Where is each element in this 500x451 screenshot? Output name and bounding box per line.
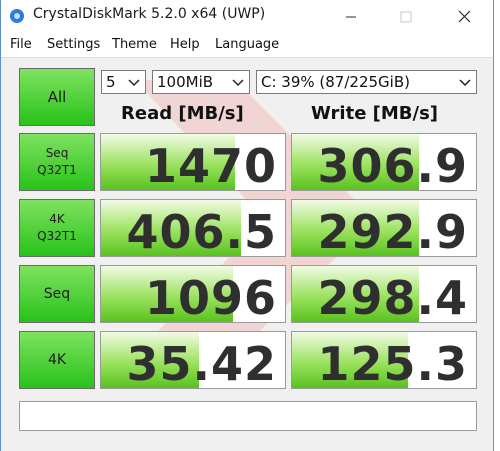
crystaldiskmark-icon xyxy=(10,9,24,23)
seq-q32t1-read-value: 1470 xyxy=(144,139,277,191)
test-label-line1: Seq xyxy=(43,285,71,302)
test-size-value: 100MiB xyxy=(157,73,214,91)
test-label-line1: Seq xyxy=(45,146,69,160)
menu-theme[interactable]: Theme xyxy=(112,37,157,52)
4k-read-result: 35.42 xyxy=(100,331,286,389)
close-button[interactable] xyxy=(441,0,487,33)
seq-button[interactable]: Seq xyxy=(19,265,95,323)
maximize-button[interactable] xyxy=(383,0,429,33)
4k-button[interactable]: 4K xyxy=(19,331,95,389)
4k-q32t1-write-value: 292.9 xyxy=(317,205,468,257)
run-all-label: All xyxy=(47,87,67,106)
test-count-value: 5 xyxy=(106,73,116,91)
window-title: CrystalDiskMark 5.2.0 x64 (UWP) xyxy=(33,6,266,22)
seq-q32t1-read-result: 1470 xyxy=(100,133,286,191)
4k-write-result: 125.3 xyxy=(291,331,477,389)
drive-value: C: 39% (87/225GiB) xyxy=(261,73,410,91)
4k-q32t1-write-result: 292.9 xyxy=(291,199,477,257)
title-bar[interactable]: CrystalDiskMark 5.2.0 x64 (UWP) xyxy=(1,0,493,33)
write-column-header: Write [MB/s] xyxy=(311,103,439,124)
seq-write-value: 298.4 xyxy=(317,271,468,323)
menu-help[interactable]: Help xyxy=(170,37,200,52)
test-label-line1: 4K xyxy=(49,212,65,226)
4k-read-value: 35.42 xyxy=(126,337,277,389)
run-all-button[interactable]: All xyxy=(19,68,95,126)
menu-settings[interactable]: Settings xyxy=(47,37,100,52)
seq-q32t1-write-result: 306.9 xyxy=(291,133,477,191)
seq-read-result: 1096 xyxy=(100,265,286,323)
4k-q32t1-read-result: 406.5 xyxy=(100,199,286,257)
test-label-line1: 4K xyxy=(47,351,67,368)
chevron-down-icon xyxy=(232,79,244,87)
seq-q32t1-write-value: 306.9 xyxy=(317,139,468,191)
4k-q32t1-button[interactable]: 4K Q32T1 xyxy=(19,199,95,257)
drive-select[interactable]: C: 39% (87/225GiB) xyxy=(256,70,477,94)
minimize-button[interactable] xyxy=(328,0,374,33)
chevron-down-icon xyxy=(128,79,140,87)
test-label-line2: Q32T1 xyxy=(37,163,77,177)
menu-bar: File Settings Theme Help Language xyxy=(1,33,493,58)
menu-file[interactable]: File xyxy=(10,37,32,52)
close-icon xyxy=(458,10,470,23)
read-column-header: Read [MB/s] xyxy=(121,103,244,124)
seq-write-result: 298.4 xyxy=(291,265,477,323)
4k-q32t1-read-value: 406.5 xyxy=(126,205,277,257)
minimize-icon xyxy=(346,16,356,17)
maximize-icon xyxy=(400,11,412,22)
seq-read-value: 1096 xyxy=(144,271,277,323)
test-label-line2: Q32T1 xyxy=(37,229,77,243)
test-size-select[interactable]: 100MiB xyxy=(152,70,250,94)
seq-q32t1-button[interactable]: Seq Q32T1 xyxy=(19,133,95,191)
test-count-select[interactable]: 5 xyxy=(101,70,146,94)
menu-language[interactable]: Language xyxy=(215,37,279,52)
comment-box[interactable] xyxy=(19,401,477,431)
chevron-down-icon xyxy=(459,79,471,87)
4k-write-value: 125.3 xyxy=(317,337,468,389)
